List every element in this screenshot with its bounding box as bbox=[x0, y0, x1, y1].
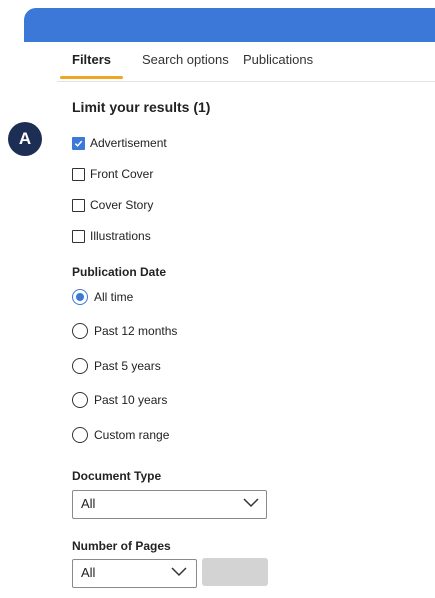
document-type-value: All bbox=[81, 496, 96, 511]
radio-selected-icon bbox=[72, 289, 88, 305]
checkbox-checked-icon bbox=[72, 137, 85, 150]
pages-secondary-button[interactable] bbox=[202, 558, 268, 586]
checkbox-icon bbox=[72, 230, 85, 243]
filter-tabs: Filters Search options Publications bbox=[57, 45, 435, 82]
tab-filters[interactable]: Filters bbox=[60, 45, 124, 79]
tab-publications[interactable]: Publications bbox=[243, 45, 313, 79]
radio-icon bbox=[72, 427, 88, 443]
radio-icon bbox=[72, 323, 88, 339]
number-of-pages-title: Number of Pages bbox=[72, 539, 171, 553]
radio-icon bbox=[72, 358, 88, 374]
header-bar bbox=[24, 8, 435, 42]
radio-label: Past 5 years bbox=[94, 359, 161, 373]
chevron-down-icon bbox=[243, 498, 259, 508]
radio-label: Past 10 years bbox=[94, 393, 168, 407]
tab-search-options-label: Search options bbox=[142, 52, 229, 67]
radio-icon bbox=[72, 392, 88, 408]
checkbox-label: Cover Story bbox=[90, 198, 154, 212]
tab-search-options[interactable]: Search options bbox=[142, 45, 229, 79]
checkbox-icon bbox=[72, 168, 85, 181]
checkbox-label: Front Cover bbox=[90, 167, 154, 181]
checkbox-label: Advertisement bbox=[90, 136, 167, 150]
checkbox-icon bbox=[72, 199, 85, 212]
annotation-badge: A bbox=[8, 122, 42, 156]
radio-label: All time bbox=[94, 290, 134, 304]
limit-results-title: Limit your results (1) bbox=[72, 99, 211, 115]
tab-publications-label: Publications bbox=[243, 52, 314, 67]
chevron-down-icon bbox=[171, 567, 187, 577]
radio-label: Past 12 months bbox=[94, 324, 178, 338]
publication-date-title: Publication Date bbox=[72, 265, 167, 279]
document-type-title: Document Type bbox=[72, 469, 162, 483]
checkbox-label: Illustrations bbox=[90, 229, 151, 243]
active-tab-indicator bbox=[60, 76, 124, 79]
tab-filters-label: Filters bbox=[72, 52, 112, 67]
number-of-pages-value: All bbox=[81, 565, 96, 580]
radio-label: Custom range bbox=[94, 428, 170, 442]
number-of-pages-select[interactable]: All bbox=[72, 559, 197, 588]
document-type-select[interactable]: All bbox=[72, 490, 267, 519]
